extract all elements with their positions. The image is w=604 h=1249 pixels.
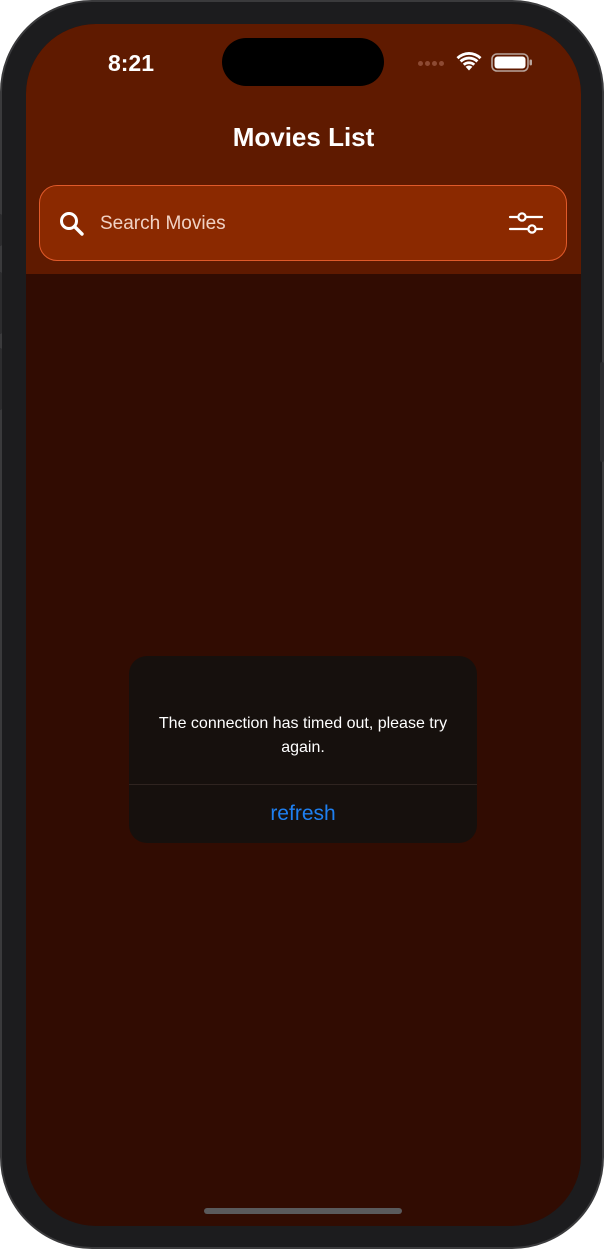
error-dialog: The connection has timed out, please try… <box>129 656 477 843</box>
volume-up-button <box>0 272 2 334</box>
search-icon <box>60 212 84 236</box>
sliders-filter-icon[interactable] <box>508 208 544 238</box>
battery-icon <box>491 53 532 72</box>
app-header: 8:21 Movies List <box>26 24 581 274</box>
wifi-icon <box>456 52 482 71</box>
page-title: Movies List <box>232 122 375 152</box>
status-time: 8:21 <box>107 50 155 76</box>
phone-frame: 8:21 Movies List Search Movies The conne… <box>0 0 604 1249</box>
app-screen: 8:21 Movies List Search Movies The conne… <box>26 24 581 1226</box>
home-indicator[interactable] <box>204 1208 402 1214</box>
refresh-button[interactable]: refresh <box>129 785 477 843</box>
power-button <box>600 362 604 462</box>
search-bar <box>39 185 567 261</box>
status-icons <box>418 52 538 72</box>
volume-down-button <box>0 348 2 410</box>
silent-switch <box>0 214 2 246</box>
cellular-signal-icon <box>418 61 448 67</box>
search-input[interactable] <box>100 208 490 240</box>
dialog-message: The connection has timed out, please try… <box>158 715 448 756</box>
dynamic-island <box>222 38 384 86</box>
